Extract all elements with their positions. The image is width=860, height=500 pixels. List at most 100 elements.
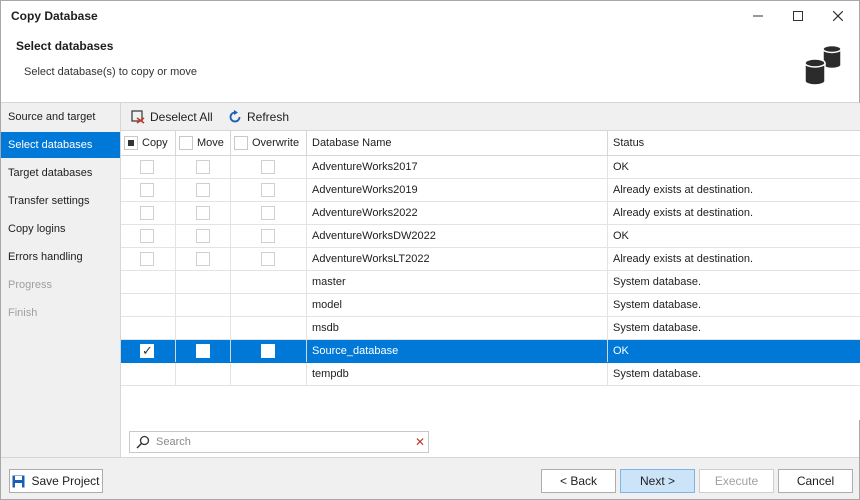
sidebar-item-finish: Finish <box>8 307 38 319</box>
overwrite-cell <box>231 363 307 385</box>
table-row[interactable]: Source_database OK <box>121 340 860 363</box>
clear-search-icon[interactable]: ✕ <box>415 435 425 449</box>
next-button[interactable]: Next > <box>620 469 695 493</box>
move-cell <box>176 179 231 201</box>
copy-checkbox[interactable] <box>140 160 154 174</box>
database-name-cell: AdventureWorksDW2022 <box>307 225 608 247</box>
overwrite-checkbox[interactable] <box>261 183 275 197</box>
sidebar-item-copy-logins[interactable]: Copy logins <box>1 216 120 242</box>
table-row[interactable]: msdb System database. <box>121 317 860 340</box>
status-cell: Already exists at destination. <box>613 207 754 219</box>
move-all-checkbox[interactable] <box>179 136 193 150</box>
column-header-database-name[interactable]: Database Name <box>307 131 608 156</box>
copy-checkbox[interactable] <box>140 252 154 266</box>
table-row[interactable]: AdventureWorks2022 Already exists at dest… <box>121 202 860 225</box>
database-name-cell: master <box>307 271 608 293</box>
move-checkbox[interactable] <box>196 183 210 197</box>
deselect-all-label: Deselect All <box>150 110 213 124</box>
status-cell: OK <box>613 345 629 357</box>
overwrite-cell <box>231 179 307 201</box>
sidebar-item-source-and-target[interactable]: Source and target <box>1 104 120 130</box>
execute-button: Execute <box>699 469 774 493</box>
deselect-icon <box>131 110 145 124</box>
save-project-button[interactable]: Save Project <box>9 469 103 493</box>
grid-toolbar: Deselect All Refresh <box>121 103 860 130</box>
cancel-label: Cancel <box>796 474 835 488</box>
column-header-copy[interactable]: Copy <box>121 131 176 156</box>
close-button[interactable] <box>818 1 858 31</box>
move-checkbox[interactable] <box>196 252 210 266</box>
overwrite-all-checkbox[interactable] <box>234 136 248 150</box>
back-button[interactable]: < Back <box>541 469 616 493</box>
overwrite-checkbox[interactable] <box>261 252 275 266</box>
move-cell <box>176 363 231 385</box>
status-cell: System database. <box>613 276 702 288</box>
refresh-button[interactable]: Refresh <box>228 107 289 127</box>
column-move-label: Move <box>197 137 224 149</box>
column-header-overwrite[interactable]: Overwrite <box>231 131 307 156</box>
copy-cell <box>121 294 176 316</box>
database-name-cell: model <box>307 294 608 316</box>
move-cell <box>176 340 231 362</box>
execute-label: Execute <box>714 474 759 488</box>
minimize-icon <box>753 15 763 17</box>
copy-checkbox[interactable] <box>140 183 154 197</box>
table-row[interactable]: AdventureWorks2019 Already exists at dest… <box>121 179 860 202</box>
move-cell <box>176 248 231 270</box>
sidebar-item-errors-handling[interactable]: Errors handling <box>1 244 120 270</box>
grid-header: Copy Move Overwrite Database Name Status <box>121 130 860 156</box>
table-row[interactable]: AdventureWorks2017 OK <box>121 156 860 179</box>
status-cell: OK <box>613 161 629 173</box>
table-row[interactable]: tempdb System database. <box>121 363 860 386</box>
database-name-cell: tempdb <box>307 363 608 385</box>
overwrite-checkbox[interactable] <box>261 160 275 174</box>
move-checkbox[interactable] <box>196 160 210 174</box>
move-cell <box>176 294 231 316</box>
move-checkbox[interactable] <box>196 229 210 243</box>
copy-cell <box>121 248 176 270</box>
copy-all-checkbox[interactable] <box>124 136 138 150</box>
database-name-cell: AdventureWorks2019 <box>307 179 608 201</box>
page-title: Select databases <box>16 39 114 53</box>
sidebar-item-transfer-settings[interactable]: Transfer settings <box>1 188 120 214</box>
overwrite-checkbox[interactable] <box>261 229 275 243</box>
minimize-button[interactable] <box>738 1 778 31</box>
wizard-footer: Save Project < Back Next > Execute Cance… <box>1 457 859 499</box>
sidebar-item-select-databases[interactable]: Select databases <box>1 132 120 158</box>
page-subtitle: Select database(s) to copy or move <box>24 66 198 78</box>
cancel-button[interactable]: Cancel <box>778 469 853 493</box>
column-header-move[interactable]: Move <box>176 131 231 156</box>
window-title: Copy Database <box>11 9 98 23</box>
overwrite-checkbox[interactable] <box>261 206 275 220</box>
save-icon <box>12 475 25 487</box>
copy-checkbox[interactable] <box>140 206 154 220</box>
table-row[interactable]: AdventureWorksLT2022 Already exists at de… <box>121 248 860 271</box>
copy-cell <box>121 363 176 385</box>
close-icon <box>833 11 843 21</box>
sidebar-item-target-databases[interactable]: Target databases <box>1 160 120 186</box>
move-checkbox[interactable] <box>196 206 210 220</box>
main-panel: Deselect All Refresh Copy Move Overwrite… <box>120 102 860 457</box>
table-row[interactable]: AdventureWorksDW2022 OK <box>121 225 860 248</box>
column-name-label: Database Name <box>312 137 392 149</box>
maximize-button[interactable] <box>778 1 818 31</box>
status-cell: System database. <box>613 322 702 334</box>
move-cell <box>176 271 231 293</box>
overwrite-checkbox[interactable] <box>261 344 275 358</box>
copy-database-window: Copy Database Select databases Select da… <box>0 0 860 500</box>
copy-checkbox[interactable] <box>140 341 154 363</box>
search-input[interactable] <box>156 434 406 450</box>
back-label: < Back <box>559 474 598 488</box>
column-header-status[interactable]: Status <box>608 131 860 156</box>
deselect-all-button[interactable]: Deselect All <box>131 107 213 127</box>
wizard-steps-sidebar: Source and target Select databases Target … <box>1 102 120 457</box>
table-row[interactable]: master System database. <box>121 271 860 294</box>
move-cell <box>176 156 231 178</box>
copy-checkbox[interactable] <box>140 229 154 243</box>
move-checkbox[interactable] <box>196 344 210 358</box>
copy-cell <box>121 271 176 293</box>
table-row[interactable]: model System database. <box>121 294 860 317</box>
search-icon <box>136 435 150 449</box>
database-stack-icon <box>804 44 842 86</box>
refresh-icon <box>229 110 241 123</box>
